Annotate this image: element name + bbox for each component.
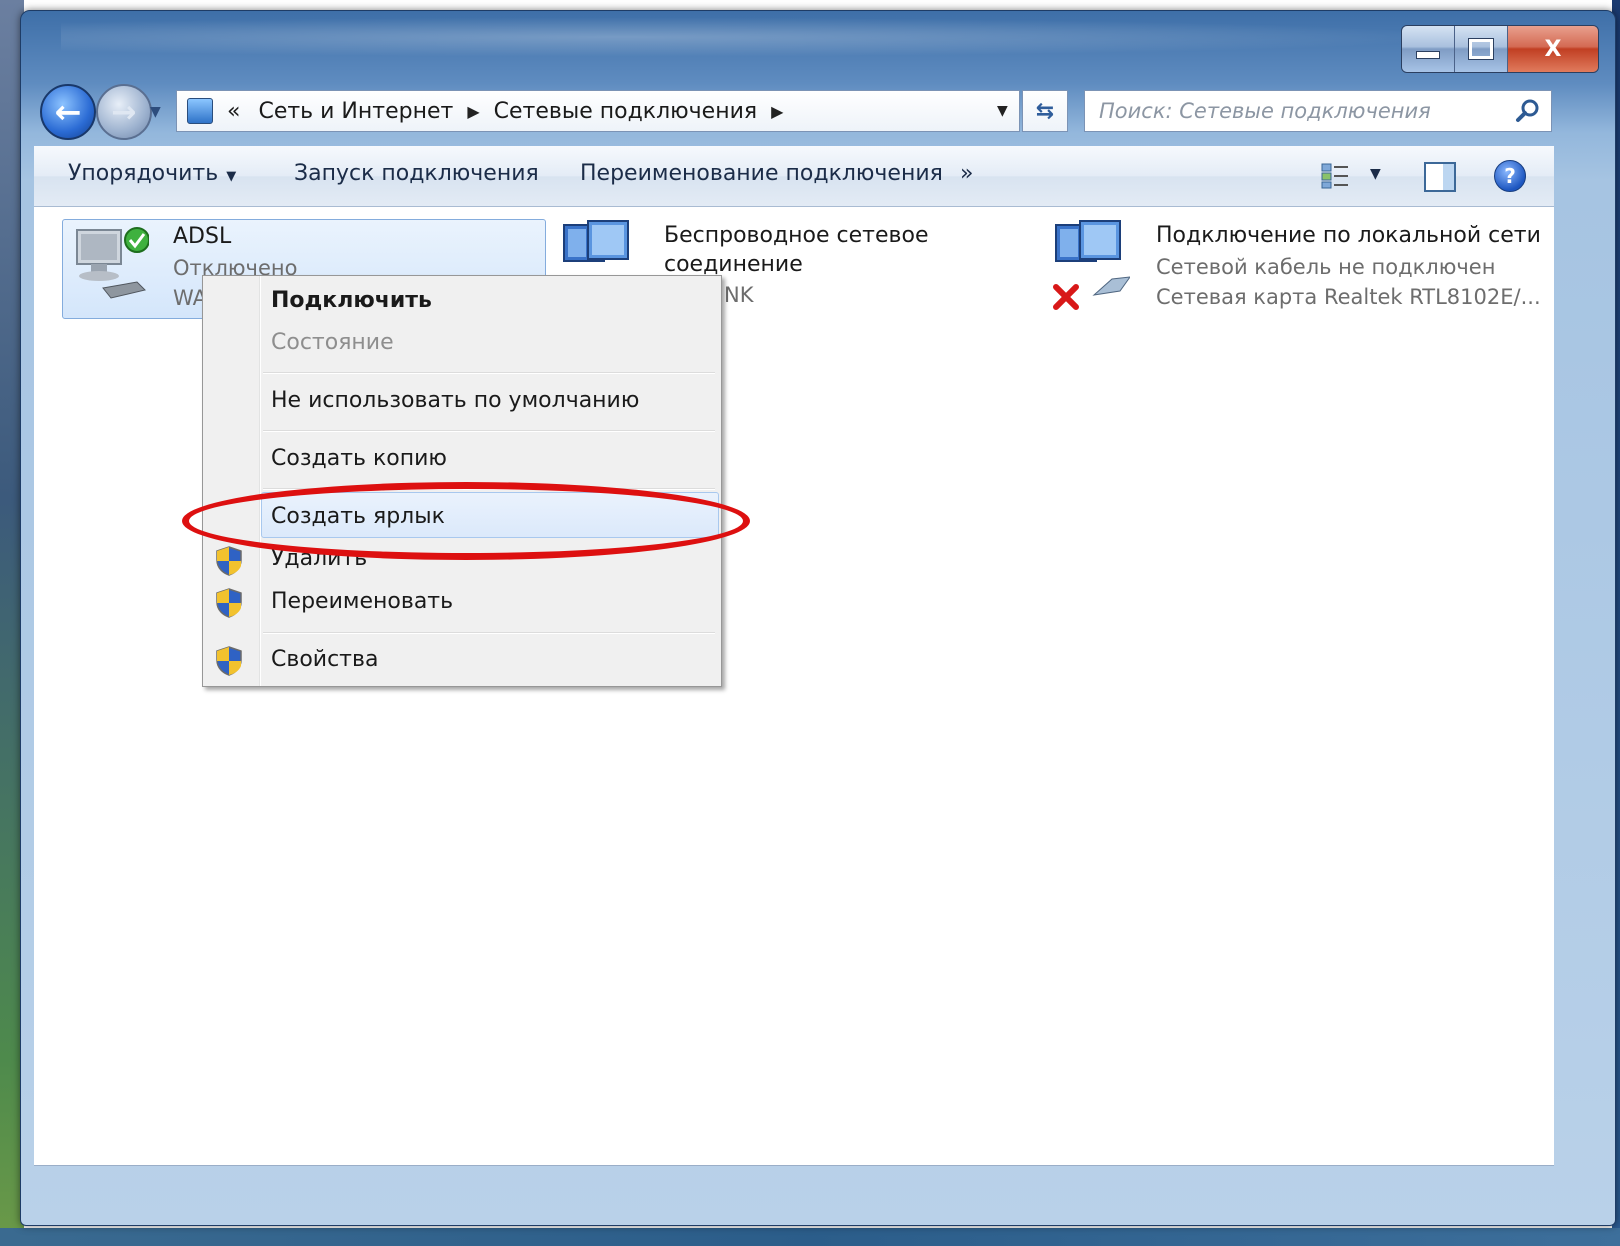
- close-button[interactable]: X: [1508, 26, 1598, 72]
- maximize-button[interactable]: [1455, 26, 1508, 72]
- view-dropdown-icon[interactable]: ▼: [1370, 166, 1381, 182]
- breadcrumb-separator[interactable]: ▶: [467, 102, 479, 121]
- network-folder-icon: [187, 98, 213, 124]
- connection-name: ADSL: [173, 224, 232, 249]
- menu-separator: [263, 430, 715, 432]
- organize-label: Упорядочить: [68, 161, 219, 186]
- uac-shield-icon: [216, 646, 242, 676]
- start-connection-button[interactable]: Запуск подключения: [294, 161, 539, 186]
- menu-item-rename[interactable]: Переименовать: [271, 589, 453, 614]
- breadcrumb-separator[interactable]: ▶: [771, 102, 783, 121]
- disconnected-x-icon: [1053, 284, 1079, 310]
- refresh-button[interactable]: ⇆: [1022, 90, 1068, 132]
- connection-device: Сетевая карта Realtek RTL8102E/...: [1156, 285, 1541, 309]
- breadcrumb-network-internet[interactable]: Сеть и Интернет: [258, 99, 453, 124]
- maximize-icon: [1468, 38, 1494, 60]
- desktop-background-bottom: [0, 1228, 1620, 1246]
- help-icon[interactable]: ?: [1494, 160, 1526, 192]
- chevron-down-icon: ▼: [226, 169, 237, 184]
- address-bar[interactable]: « Сеть и Интернет ▶ Сетевые подключения …: [176, 90, 1020, 132]
- more-commands-button[interactable]: »: [960, 161, 973, 186]
- search-icon[interactable]: [1515, 98, 1541, 124]
- uac-shield-icon: [216, 546, 242, 576]
- title-bar: [61, 17, 1461, 57]
- forward-button[interactable]: →: [96, 84, 152, 140]
- connection-status: Сетевой кабель не подключен: [1156, 255, 1496, 279]
- recent-pages-dropdown[interactable]: ▼: [150, 104, 161, 120]
- back-button[interactable]: ←: [40, 84, 96, 140]
- context-menu: Подключить Состояние Не использовать по …: [202, 275, 722, 687]
- menu-item-create-copy[interactable]: Создать копию: [271, 446, 447, 471]
- minimize-icon: [1416, 51, 1440, 59]
- menu-separator: [263, 632, 715, 634]
- minimize-button[interactable]: [1402, 26, 1455, 72]
- connection-name-line2: соединение: [664, 252, 803, 277]
- forward-arrow-icon: →: [111, 94, 137, 130]
- menu-item-unset-default[interactable]: Не использовать по умолчанию: [271, 388, 639, 413]
- caption-buttons: X: [1401, 25, 1599, 73]
- breadcrumb-network-connections[interactable]: Сетевые подключения: [494, 99, 757, 124]
- search-placeholder: Поиск: Сетевые подключения: [1099, 99, 1431, 123]
- search-input[interactable]: Поиск: Сетевые подключения: [1084, 90, 1552, 132]
- rename-connection-button[interactable]: Переименование подключения: [580, 161, 943, 186]
- breadcrumb-overflow[interactable]: «: [227, 99, 240, 124]
- back-arrow-icon: ←: [54, 93, 82, 131]
- close-icon: X: [1544, 36, 1562, 62]
- dialup-connection-icon: [76, 227, 149, 299]
- connection-name-line1: Беспроводное сетевое: [664, 223, 929, 248]
- menu-gutter: [259, 276, 261, 686]
- menu-item-properties[interactable]: Свойства: [271, 647, 378, 672]
- menu-separator: [263, 372, 715, 374]
- menu-item-status: Состояние: [271, 330, 394, 355]
- connection-name: Подключение по локальной сети: [1156, 223, 1541, 248]
- connection-lan[interactable]: Подключение по локальной сети Сетевой ка…: [1050, 219, 1550, 317]
- menu-item-connect[interactable]: Подключить: [271, 288, 432, 313]
- uac-shield-icon: [216, 588, 242, 618]
- preview-pane-icon[interactable]: [1424, 162, 1456, 192]
- organize-button[interactable]: Упорядочить ▼: [68, 161, 236, 186]
- address-dropdown-icon[interactable]: ▼: [997, 103, 1008, 119]
- refresh-icon: ⇆: [1035, 98, 1055, 124]
- command-bar: Упорядочить ▼ Запуск подключения Переимен…: [34, 146, 1554, 207]
- change-view-icon[interactable]: [1320, 162, 1350, 190]
- annotation-ellipse: [182, 482, 750, 560]
- connection-device: NK: [724, 283, 754, 307]
